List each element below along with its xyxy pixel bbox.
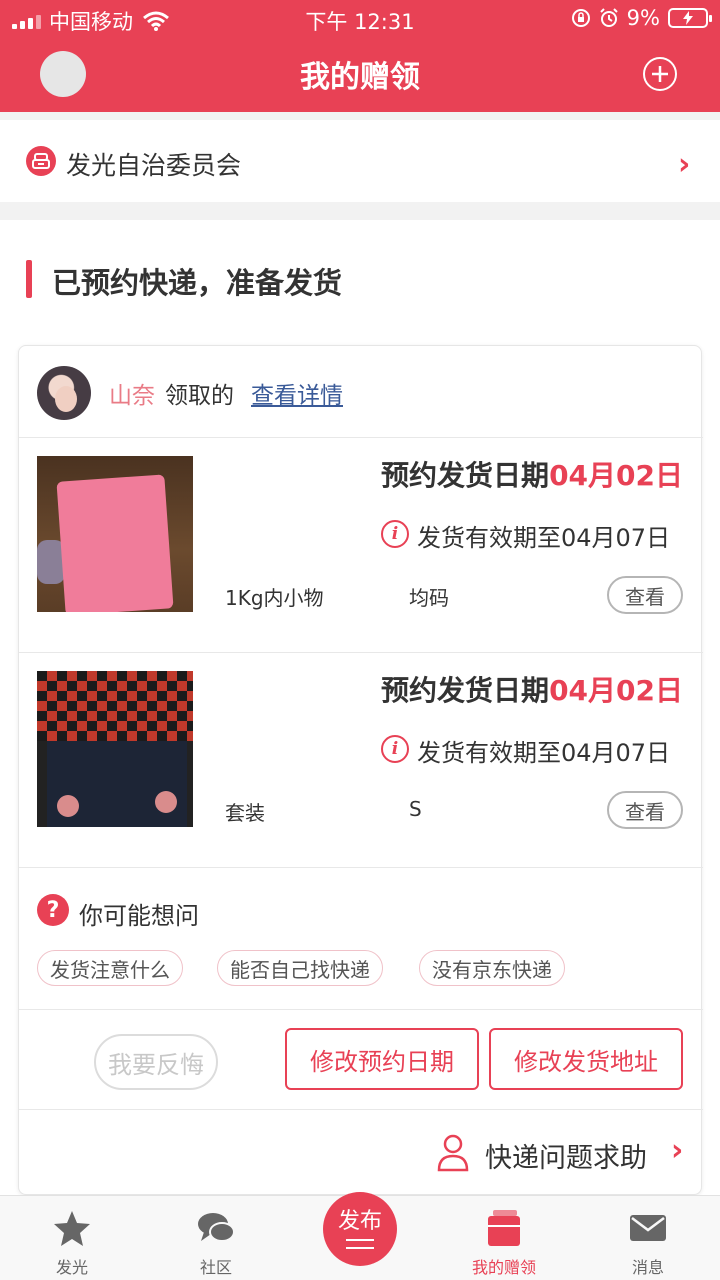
received-label: 领取的 xyxy=(165,383,234,409)
committee-icon xyxy=(26,146,56,176)
main-content: 已预约快递，准备发货 山奈 领取的 查看详情 预约发货日期04月02日 i 发货… xyxy=(0,220,720,1195)
tab-label: 社区 xyxy=(199,1258,232,1277)
tab-label: 消息 xyxy=(631,1258,664,1277)
question-icon: ? xyxy=(37,894,69,926)
info-icon: i xyxy=(381,520,409,548)
courier-help-label: 快递问题求助 xyxy=(485,1143,647,1174)
card-header: 山奈 领取的 查看详情 xyxy=(19,346,703,438)
ship-date-value: 04月02日 xyxy=(549,674,683,707)
tab-bar: 发光 社区 发布 我的赠领 消息 xyxy=(0,1192,720,1280)
faq-section: ? 你可能想问 发货注意什么 能否自己找快递 没有京东快递 xyxy=(19,868,703,1010)
publish-label: 发布 xyxy=(337,1209,382,1234)
page-title: 我的赠领 xyxy=(300,60,420,95)
add-button[interactable] xyxy=(643,57,677,91)
section-accent-bar xyxy=(26,260,32,298)
battery-percent: 9% xyxy=(626,6,660,30)
valid-until-text: 发货有效期至04月07日 xyxy=(417,524,671,552)
gift-item: 预约发货日期04月02日 i 发货有效期至04月07日 1Kg内小物 均码 查看 xyxy=(19,438,703,653)
valid-until-text: 发货有效期至04月07日 xyxy=(417,739,671,767)
view-details-link[interactable]: 查看详情 xyxy=(251,376,343,410)
rotation-lock-icon xyxy=(571,9,590,27)
ship-date-label: 预约发货日期 xyxy=(381,459,550,492)
info-icon: i xyxy=(381,735,409,763)
regret-button[interactable]: 我要反悔 xyxy=(94,1034,218,1090)
item-image[interactable] xyxy=(37,671,193,827)
battery-icon xyxy=(668,8,712,28)
recipient-name[interactable]: 山奈 xyxy=(109,376,155,410)
ship-date-value: 04月02日 xyxy=(549,459,683,492)
publish-button[interactable]: 发布 xyxy=(323,1192,397,1266)
ship-date: 预约发货日期04月02日 xyxy=(381,669,683,709)
gift-item: 预约发货日期04月02日 i 发货有效期至04月07日 套装 S 查看 xyxy=(19,653,703,868)
status-bar: 中国移动 下午 12:31 9% xyxy=(0,0,720,38)
star-icon xyxy=(54,1211,90,1246)
section-title: 已预约快递，准备发货 xyxy=(52,266,343,300)
gift-cards-icon xyxy=(488,1210,520,1246)
faq-chip[interactable]: 能否自己找快递 xyxy=(217,950,383,986)
tab-messages[interactable]: 消息 xyxy=(576,1196,720,1280)
change-date-button[interactable]: 修改预约日期 xyxy=(285,1028,479,1090)
faq-title: 你可能想问 xyxy=(79,902,199,930)
view-button[interactable]: 查看 xyxy=(607,576,683,614)
tab-label: 发光 xyxy=(55,1258,88,1277)
alarm-icon xyxy=(599,8,618,27)
chat-bubbles-icon xyxy=(198,1213,235,1242)
item-category: 1Kg内小物 xyxy=(225,586,324,610)
courier-help-row[interactable]: 快递问题求助 › xyxy=(19,1110,703,1196)
app-header: 中国移动 下午 12:31 9% 我的赠领 xyxy=(0,0,720,112)
recipient-avatar[interactable] xyxy=(37,366,91,420)
tab-my-gifts[interactable]: 我的赠领 xyxy=(432,1196,576,1280)
faq-chip[interactable]: 没有京东快递 xyxy=(419,950,565,986)
ship-date-label: 预约发货日期 xyxy=(381,674,550,707)
chevron-right-icon: › xyxy=(678,147,691,182)
committee-label: 发光自治委员会 xyxy=(66,151,242,180)
plus-icon xyxy=(652,66,668,82)
view-button[interactable]: 查看 xyxy=(607,791,683,829)
faq-chip[interactable]: 发货注意什么 xyxy=(37,950,183,986)
tab-glow[interactable]: 发光 xyxy=(0,1196,144,1280)
item-category: 套装 xyxy=(225,801,265,825)
chevron-right-icon: › xyxy=(671,1133,684,1168)
person-icon xyxy=(437,1134,469,1172)
change-address-button[interactable]: 修改发货地址 xyxy=(489,1028,683,1090)
shipment-card: 山奈 领取的 查看详情 预约发货日期04月02日 i 发货有效期至04月07日 … xyxy=(18,345,703,1196)
tab-community[interactable]: 社区 xyxy=(144,1196,288,1280)
item-image[interactable] xyxy=(37,456,193,612)
envelope-icon xyxy=(630,1215,666,1241)
tab-publish[interactable]: 发布 xyxy=(288,1192,432,1280)
ship-date: 预约发货日期04月02日 xyxy=(381,454,683,494)
menu-lines-icon xyxy=(346,1239,374,1249)
status-right: 9% xyxy=(571,6,712,30)
item-size: S xyxy=(409,797,422,821)
item-size: 均码 xyxy=(409,586,449,610)
tab-label: 我的赠领 xyxy=(471,1258,536,1277)
committee-row[interactable]: 发光自治委员会 › xyxy=(0,120,720,202)
action-row: 我要反悔 修改预约日期 修改发货地址 xyxy=(19,1010,703,1110)
